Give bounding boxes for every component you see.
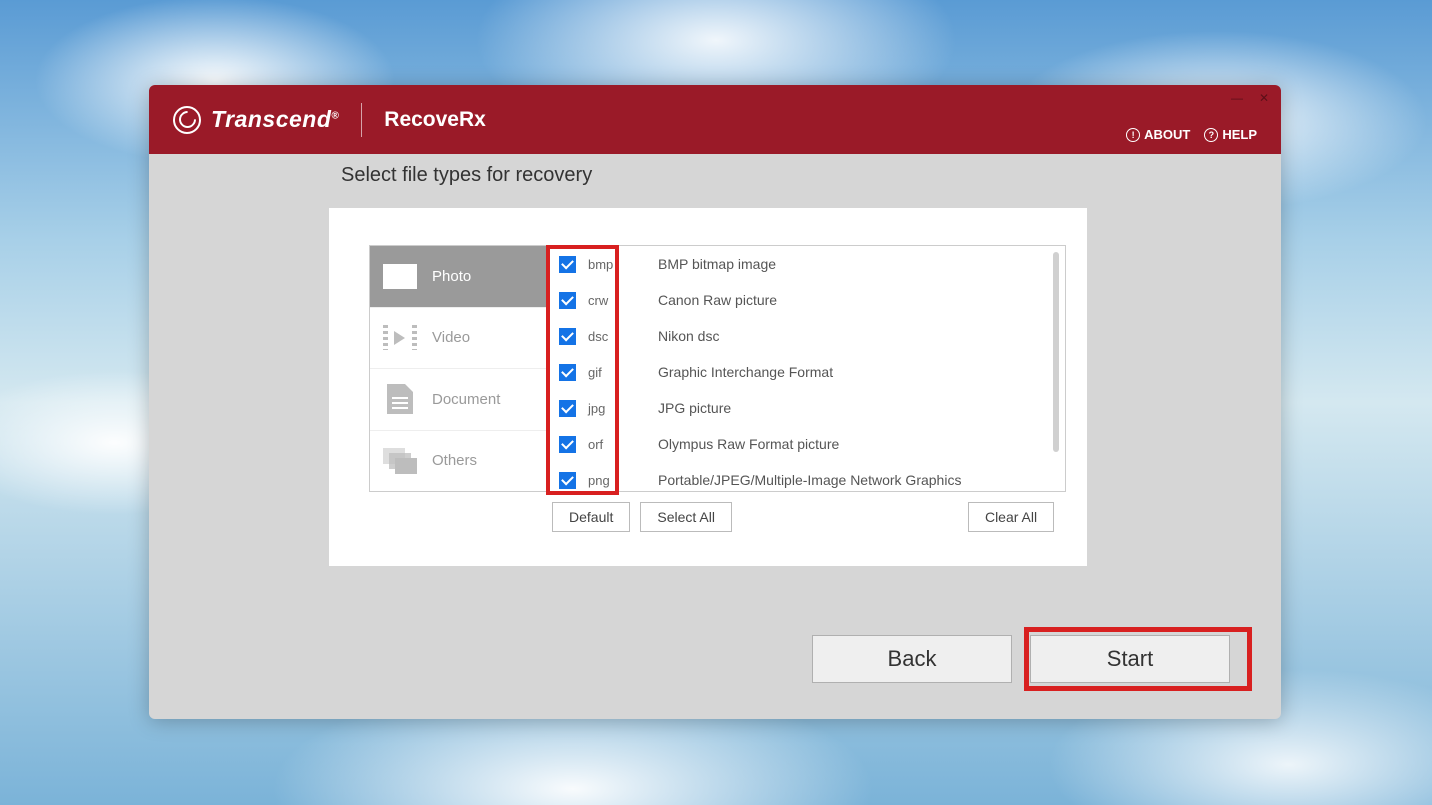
stack-icon — [382, 447, 418, 475]
spacer — [742, 502, 958, 532]
checkbox-gif[interactable] — [559, 364, 576, 381]
selection-actions: Default Select All Clear All — [552, 502, 1054, 532]
help-link[interactable]: ? HELP — [1204, 127, 1257, 142]
filetype-ext: orf — [588, 437, 636, 452]
category-document[interactable]: Document — [370, 369, 549, 431]
window-controls: — ✕ — [1231, 91, 1269, 105]
filetype-desc: Nikon dsc — [658, 328, 719, 344]
help-icon: ? — [1204, 128, 1218, 142]
category-label: Others — [432, 452, 477, 469]
filetype-row: orf Olympus Raw Format picture — [549, 426, 1065, 462]
checkbox-crw[interactable] — [559, 292, 576, 309]
info-icon: ! — [1126, 128, 1140, 142]
content-panel: Photo Video Document Others — [329, 208, 1087, 566]
filetype-row: gif Graphic Interchange Format — [549, 354, 1065, 390]
clear-all-button[interactable]: Clear All — [968, 502, 1054, 532]
file-selector: Photo Video Document Others — [369, 245, 1066, 492]
help-label: HELP — [1222, 127, 1257, 142]
checkbox-jpg[interactable] — [559, 400, 576, 417]
filetype-ext: png — [588, 473, 636, 488]
minimize-button[interactable]: — — [1231, 91, 1243, 105]
category-label: Document — [432, 391, 500, 408]
filetype-desc: Portable/JPEG/Multiple-Image Network Gra… — [658, 472, 961, 488]
category-photo[interactable]: Photo — [370, 246, 549, 308]
filetype-ext: bmp — [588, 257, 636, 272]
app-window: — ✕ Transcend® RecoveRx ! ABOUT ? HELP S… — [149, 85, 1281, 719]
about-link[interactable]: ! ABOUT — [1126, 127, 1190, 142]
category-label: Photo — [432, 268, 471, 285]
filetype-desc: BMP bitmap image — [658, 256, 776, 272]
brand-logo-icon — [173, 106, 201, 134]
checkbox-orf[interactable] — [559, 436, 576, 453]
filetype-desc: JPG picture — [658, 400, 731, 416]
back-button[interactable]: Back — [812, 635, 1012, 683]
checkbox-bmp[interactable] — [559, 256, 576, 273]
checkbox-dsc[interactable] — [559, 328, 576, 345]
select-all-button[interactable]: Select All — [640, 502, 732, 532]
filetype-desc: Canon Raw picture — [658, 292, 777, 308]
filetype-row: dsc Nikon dsc — [549, 318, 1065, 354]
app-name: RecoveRx — [384, 108, 486, 132]
default-button[interactable]: Default — [552, 502, 630, 532]
filetype-row: png Portable/JPEG/Multiple-Image Network… — [549, 462, 1065, 491]
category-others[interactable]: Others — [370, 431, 549, 492]
filetype-desc: Olympus Raw Format picture — [658, 436, 839, 452]
video-icon — [382, 324, 418, 352]
filetype-ext: gif — [588, 365, 636, 380]
close-button[interactable]: ✕ — [1259, 91, 1269, 105]
document-icon — [382, 385, 418, 413]
page-title: Select file types for recovery — [149, 154, 1281, 187]
titlebar: — ✕ Transcend® RecoveRx ! ABOUT ? HELP — [149, 85, 1281, 154]
image-icon — [382, 262, 418, 290]
filetype-ext: jpg — [588, 401, 636, 416]
checkbox-png[interactable] — [559, 472, 576, 489]
brand-block: Transcend® — [149, 106, 339, 134]
brand-name: Transcend® — [211, 106, 339, 133]
brand-separator — [361, 103, 362, 137]
filetype-row: jpg JPG picture — [549, 390, 1065, 426]
filetype-row: crw Canon Raw picture — [549, 282, 1065, 318]
scrollbar[interactable] — [1053, 252, 1059, 452]
filetype-ext: crw — [588, 293, 636, 308]
filetype-list: bmp BMP bitmap image crw Canon Raw pictu… — [549, 246, 1065, 491]
category-list: Photo Video Document Others — [370, 246, 549, 491]
start-button[interactable]: Start — [1030, 635, 1230, 683]
titlebar-links: ! ABOUT ? HELP — [1126, 127, 1257, 142]
filetype-row: bmp BMP bitmap image — [549, 246, 1065, 282]
category-video[interactable]: Video — [370, 308, 549, 370]
about-label: ABOUT — [1144, 127, 1190, 142]
filetype-ext: dsc — [588, 329, 636, 344]
category-label: Video — [432, 329, 470, 346]
filetype-desc: Graphic Interchange Format — [658, 364, 833, 380]
nav-buttons: Back Start — [812, 635, 1230, 683]
